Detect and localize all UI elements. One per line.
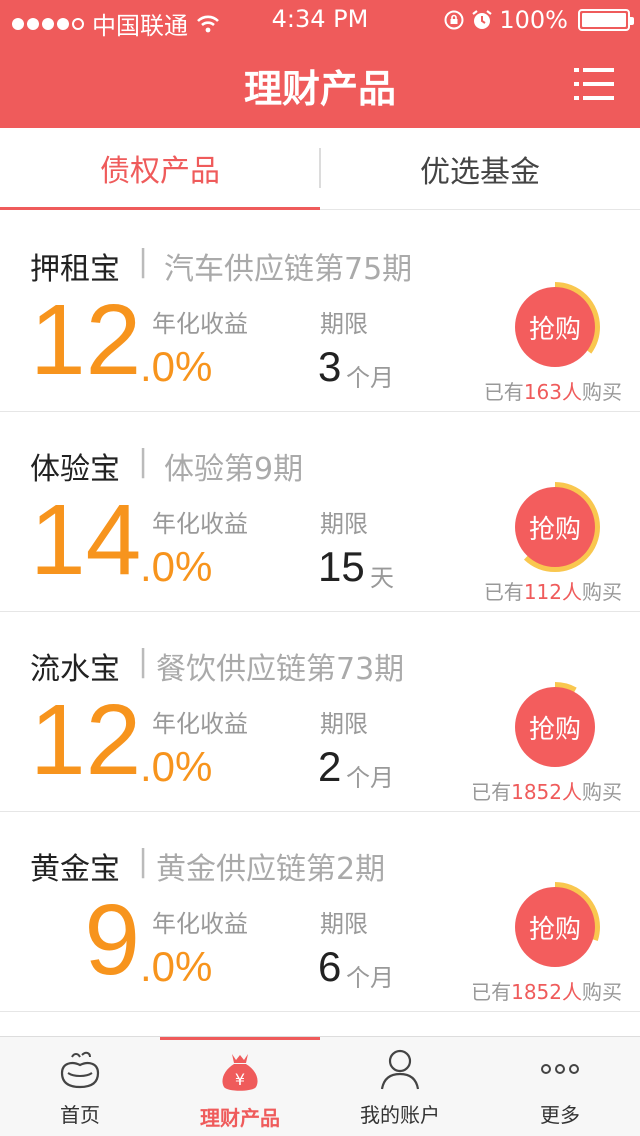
term-value: 2	[318, 743, 342, 790]
buyers-count-text: 已有1852人购买	[471, 780, 622, 804]
buy-progress: 抢购	[510, 282, 600, 372]
tabbar-label: 更多	[540, 1103, 580, 1127]
tabbar-item-products[interactable]: ¥ 理财产品	[160, 1037, 320, 1136]
term-unit: 天	[370, 564, 394, 592]
term-unit: 个月	[346, 964, 394, 992]
tabbar-item-home[interactable]: 首页	[0, 1037, 160, 1136]
bottom-tab-bar: 首页 ¥ 理财产品 我的账户 更多	[0, 1036, 640, 1136]
term-label: 期限	[320, 310, 368, 338]
battery-percent: 100%	[499, 6, 568, 34]
rate-integer: 12	[30, 284, 142, 396]
buy-progress: 抢购	[510, 682, 600, 772]
buy-button[interactable]: 抢购	[515, 687, 595, 767]
rate-label: 年化收益	[152, 910, 248, 938]
term-value: 6	[318, 943, 342, 990]
product-subtitle: 黄金供应链第2期	[156, 852, 386, 887]
name-separator: |	[138, 444, 149, 479]
term-value: 3	[318, 343, 342, 390]
alarm-icon	[472, 10, 493, 29]
product-list: 押租宝 | 汽车供应链第75期 12 .0% 年化收益 期限 3 个月 抢购 已…	[0, 212, 640, 1012]
buyers-count-text: 已有163人购买	[483, 380, 622, 404]
product-name: 押租宝	[30, 252, 120, 287]
tabbar-label: 理财产品	[200, 1106, 280, 1130]
tabbar-label: 首页	[60, 1103, 100, 1127]
home-icon	[60, 1051, 100, 1089]
buy-progress: 抢购	[510, 882, 600, 972]
rate-label: 年化收益	[152, 510, 248, 538]
name-separator: |	[138, 844, 149, 879]
product-name: 体验宝	[30, 452, 120, 487]
rate-decimal: .0%	[140, 343, 213, 390]
page-title: 理财产品	[243, 67, 396, 111]
user-icon	[380, 1049, 420, 1090]
product-subtitle: 汽车供应链第75期	[164, 252, 413, 287]
tab-debt-products[interactable]: 债权产品	[0, 128, 320, 210]
tabbar-item-account[interactable]: 我的账户	[320, 1037, 480, 1136]
buy-button[interactable]: 抢购	[515, 287, 595, 367]
svg-text:¥: ¥	[235, 1070, 245, 1089]
buy-progress: 抢购	[510, 482, 600, 572]
rate-integer: 14	[30, 484, 142, 596]
rate-decimal: .0%	[140, 743, 213, 790]
rate-decimal: .0%	[140, 543, 213, 590]
app-header: 中国联通 4:34 PM 100% 理财产品	[0, 0, 640, 128]
term-label: 期限	[320, 510, 368, 538]
status-right: 100%	[443, 6, 634, 34]
term-label: 期限	[320, 910, 368, 938]
rate-integer: 12	[30, 684, 142, 796]
menu-icon[interactable]	[574, 66, 614, 102]
product-card[interactable]: 黄金宝 | 黄金供应链第2期 9 .0% 年化收益 期限 6 个月 抢购 已有1…	[0, 812, 640, 1012]
rate-integer: 9	[84, 884, 140, 996]
product-subtitle: 餐饮供应链第73期	[156, 652, 405, 687]
product-card[interactable]: 流水宝 | 餐饮供应链第73期 12 .0% 年化收益 期限 2 个月 抢购 已…	[0, 612, 640, 812]
rate-label: 年化收益	[152, 310, 248, 338]
more-icon	[541, 1064, 579, 1074]
status-bar: 中国联通 4:34 PM 100%	[0, 0, 640, 40]
tabbar-label: 我的账户	[360, 1103, 440, 1127]
segment-tabs: 债权产品 优选基金	[0, 128, 640, 210]
name-separator: |	[138, 644, 149, 679]
product-card[interactable]: 押租宝 | 汽车供应链第75期 12 .0% 年化收益 期限 3 个月 抢购 已…	[0, 212, 640, 412]
tabbar-item-more[interactable]: 更多	[480, 1037, 640, 1136]
money-bag-icon: ¥	[222, 1054, 258, 1091]
product-card[interactable]: 体验宝 | 体验第9期 14 .0% 年化收益 期限 15 天 抢购 已有112…	[0, 412, 640, 612]
buy-button[interactable]: 抢购	[515, 887, 595, 967]
term-value: 15	[318, 543, 365, 590]
rate-label: 年化收益	[152, 710, 248, 738]
term-unit: 个月	[346, 364, 394, 392]
term-label: 期限	[320, 710, 368, 738]
product-name: 流水宝	[30, 652, 120, 687]
product-subtitle: 体验第9期	[164, 452, 304, 487]
battery-icon	[578, 9, 634, 31]
buyers-count-text: 已有112人购买	[483, 580, 622, 604]
buyers-count-text: 已有1852人购买	[471, 980, 622, 1004]
product-name: 黄金宝	[30, 852, 120, 887]
rotation-lock-icon	[444, 10, 464, 30]
tab-selected-funds[interactable]: 优选基金	[320, 128, 640, 210]
buy-button[interactable]: 抢购	[515, 487, 595, 567]
rate-decimal: .0%	[140, 943, 213, 990]
term-unit: 个月	[346, 764, 394, 792]
name-separator: |	[138, 244, 149, 279]
